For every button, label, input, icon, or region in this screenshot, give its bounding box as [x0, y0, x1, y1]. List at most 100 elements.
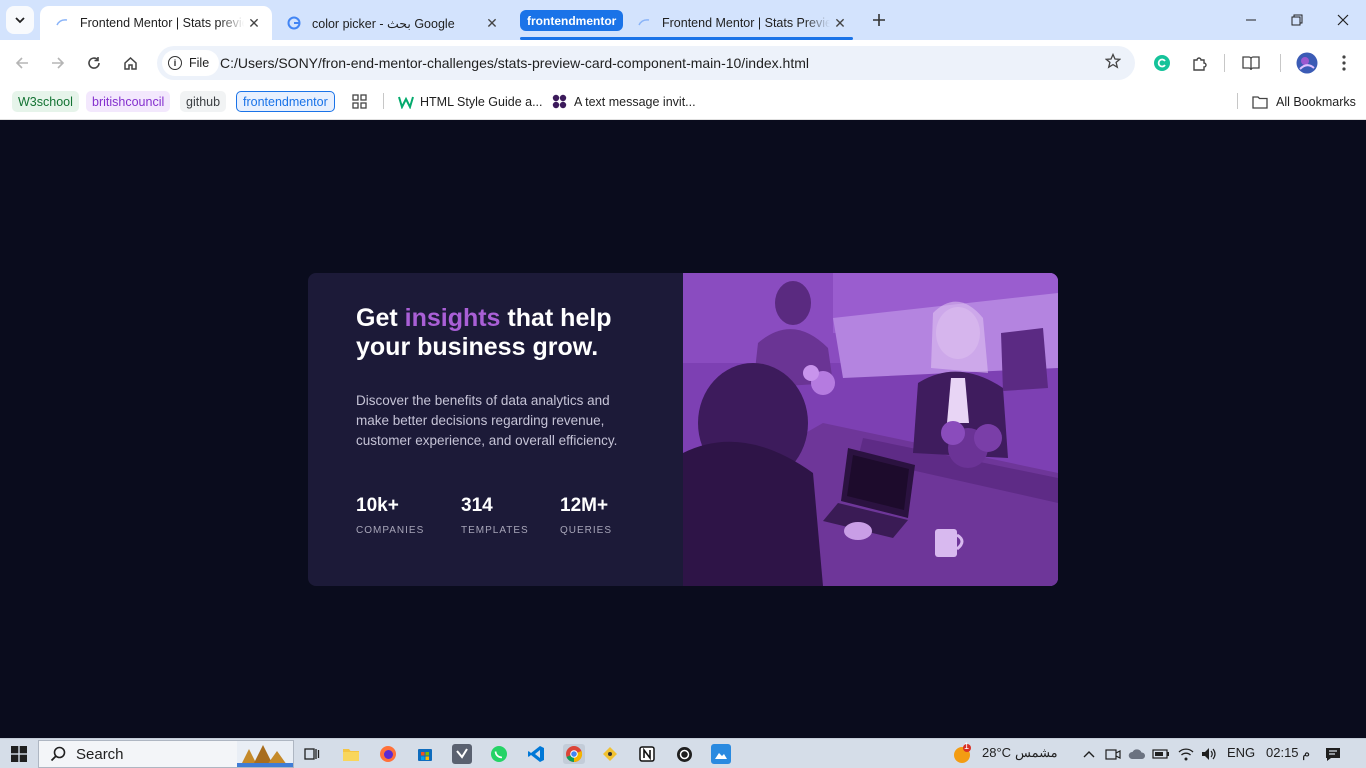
microsoft-store-icon[interactable]: [415, 744, 435, 764]
tab-group-label[interactable]: frontendmentor: [520, 10, 624, 31]
volume-icon[interactable]: [1199, 744, 1219, 764]
search-highlight-image: [237, 741, 293, 767]
git-app-icon[interactable]: [600, 744, 620, 764]
profile-avatar[interactable]: [1296, 52, 1318, 74]
card-headline: Get insights that help your business gro…: [356, 304, 656, 362]
reload-button[interactable]: [81, 50, 107, 76]
file-explorer-icon[interactable]: [341, 744, 361, 764]
forward-button[interactable]: [45, 50, 71, 76]
firefox-icon[interactable]: [378, 744, 398, 764]
bookmark-label: britishcouncil: [92, 94, 165, 109]
close-icon: [1337, 14, 1349, 26]
stat-companies: 10k+ COMPANIES: [356, 495, 461, 536]
close-tab-icon[interactable]: ✕: [244, 13, 264, 33]
app-icon-shield[interactable]: [452, 744, 472, 764]
extensions-puzzle-icon[interactable]: [1188, 52, 1210, 74]
tab-search-button[interactable]: [6, 6, 34, 34]
home-button[interactable]: [117, 50, 143, 76]
stat-value: 314: [461, 495, 493, 516]
tab-color-picker[interactable]: color picker - بحث Google ✕: [272, 6, 510, 40]
windows-logo-icon: [11, 746, 27, 762]
search-icon: [50, 746, 66, 762]
photos-app-icon[interactable]: [711, 744, 731, 764]
url-text[interactable]: C:/Users/SONY/fron-end-mentor-challenges…: [220, 55, 809, 71]
page-favicon-icon: [636, 15, 652, 31]
vscode-icon[interactable]: [526, 744, 546, 764]
weather-temperature[interactable]: 28°C: [982, 745, 1011, 760]
windows-taskbar: Search 1 28°C مشمس ENG 02:15 م: [0, 738, 1366, 768]
back-button[interactable]: [9, 50, 35, 76]
google-icon: [286, 15, 302, 31]
close-tab-icon[interactable]: ✕: [482, 13, 502, 33]
new-tab-button[interactable]: [868, 9, 890, 31]
notion-icon[interactable]: [637, 744, 657, 764]
back-arrow-icon: [15, 57, 28, 69]
stats-preview-card: Get insights that help your business gro…: [308, 273, 1058, 586]
battery-icon[interactable]: [1151, 744, 1171, 764]
bookmark-label: github: [186, 94, 221, 109]
stat-value: 10k+: [356, 495, 399, 516]
stat-label: COMPANIES: [356, 525, 425, 536]
onedrive-cloud-icon[interactable]: [1127, 744, 1147, 764]
page-viewport: Get insights that help your business gro…: [0, 121, 1366, 738]
site-chip-label: File: [189, 56, 210, 70]
browser-toolbar: i File C:/Users/SONY/fron-end-mentor-cha…: [0, 40, 1366, 86]
taskbar-search-box[interactable]: Search: [38, 740, 294, 768]
close-tab-icon[interactable]: ✕: [830, 13, 850, 33]
bookmarks-divider: [1237, 93, 1238, 109]
camera-icon[interactable]: [1103, 744, 1123, 764]
stat-label: QUERIES: [560, 525, 613, 536]
bookmark-text-message[interactable]: A text message invit...: [552, 91, 696, 112]
headline-accent: insights: [404, 304, 501, 332]
tab-frontend-mentor-active[interactable]: Frontend Mentor | Stats preview ✕: [40, 6, 272, 40]
card-content: Get insights that help your business gro…: [308, 273, 683, 586]
toolbar-divider: [1280, 54, 1281, 72]
show-hidden-icons-chevron-up-icon[interactable]: [1079, 744, 1099, 764]
close-window-button[interactable]: [1320, 6, 1366, 34]
home-icon: [123, 56, 137, 70]
notifications-icon[interactable]: [1323, 744, 1343, 764]
wifi-icon[interactable]: [1176, 744, 1196, 764]
bookmark-html-style-guide[interactable]: HTML Style Guide a...: [398, 91, 543, 112]
restore-icon: [1291, 14, 1303, 26]
task-view-icon[interactable]: [302, 744, 322, 764]
bookmark-folder-w3school[interactable]: W3school: [12, 91, 79, 112]
stat-templates: 314 TEMPLATES: [461, 495, 560, 536]
weather-badge: 1: [964, 741, 970, 751]
input-language[interactable]: ENG: [1227, 745, 1255, 760]
bookmarks-bar: W3school britishcouncil github frontendm…: [0, 86, 1366, 120]
bookmark-folder-frontendmentor[interactable]: frontendmentor: [236, 91, 335, 112]
bookmark-folder-britishcouncil[interactable]: britishcouncil: [86, 91, 171, 112]
tab-title: Frontend Mentor | Stats preview: [80, 16, 244, 30]
bookmark-folder-github[interactable]: github: [180, 91, 227, 112]
more-menu-icon[interactable]: [1333, 52, 1355, 74]
tab-frontend-mentor-grouped[interactable]: Frontend Mentor | Stats Preview ✕: [622, 6, 858, 40]
chrome-icon[interactable]: [563, 744, 585, 764]
bookmark-label: W3school: [18, 94, 73, 109]
toolbar-divider: [1224, 54, 1225, 72]
folder-icon: [1252, 95, 1268, 109]
bookmarks-divider: [383, 93, 384, 109]
tab-title: color picker - بحث Google: [312, 16, 455, 31]
restore-button[interactable]: [1274, 6, 1320, 34]
all-bookmarks-button[interactable]: All Bookmarks: [1252, 91, 1356, 112]
address-bar[interactable]: i File C:/Users/SONY/fron-end-mentor-cha…: [157, 46, 1135, 80]
tab-title: Frontend Mentor | Stats Preview: [662, 16, 830, 30]
start-button[interactable]: [9, 744, 29, 764]
apps-grid-icon[interactable]: [352, 91, 367, 112]
weather-condition[interactable]: مشمس: [1015, 745, 1058, 761]
bookmark-star-icon[interactable]: [1104, 52, 1122, 74]
whatsapp-icon[interactable]: [489, 744, 509, 764]
chatgpt-icon[interactable]: [674, 744, 694, 764]
bookmark-label: A text message invit...: [574, 94, 696, 109]
chevron-down-icon: [15, 17, 25, 24]
clock-time[interactable]: 02:15 م: [1266, 745, 1310, 761]
grammarly-extension-icon[interactable]: [1151, 52, 1173, 74]
minimize-button[interactable]: [1228, 6, 1274, 34]
site-info-chip[interactable]: i File: [162, 50, 220, 76]
reading-list-icon[interactable]: [1240, 52, 1262, 74]
plus-icon: [873, 14, 885, 26]
minimize-icon: [1246, 19, 1256, 21]
office-scene-image: [683, 273, 1058, 586]
reload-icon: [88, 57, 100, 69]
